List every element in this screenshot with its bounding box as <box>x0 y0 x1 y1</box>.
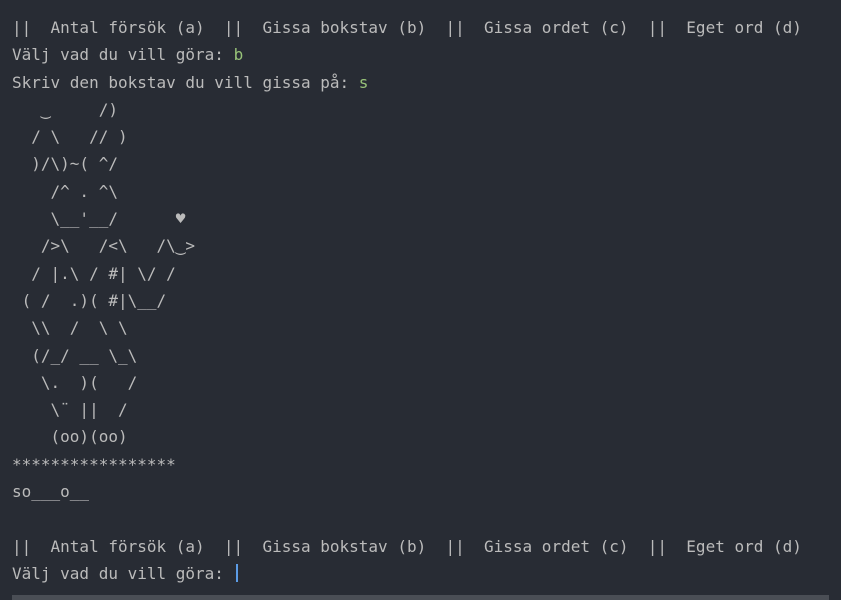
ascii-art-line: /^ . ^\ <box>12 181 118 201</box>
ascii-art-line: \__'__/ ♥ <box>12 209 186 229</box>
active-prompt-line[interactable]: Välj vad du vill göra: <box>12 560 841 587</box>
ascii-art-line: (oo)(oo) <box>12 427 128 447</box>
ascii-art-line: (/_/ __ \_\ <box>12 345 138 365</box>
active-choice-prompt: Välj vad du vill göra: <box>12 563 234 583</box>
letter-input-value: s <box>358 72 369 92</box>
letter-prompt-line: Skriv den bokstav du vill gissa på: s <box>12 69 841 96</box>
ascii-art-line: / |.\ / #| \/ / <box>12 263 176 283</box>
ascii-art-line: / \ // ) <box>12 127 128 147</box>
ascii-art-line: \\ / \ \ <box>12 318 128 338</box>
ascii-art-line: )/\)~( ^/ <box>12 154 118 174</box>
choice-prompt: Välj vad du vill göra: <box>12 45 234 65</box>
letter-prompt: Skriv den bokstav du vill gissa på: <box>12 72 359 92</box>
ascii-art-line: ( / .)( #|\__/ <box>12 290 167 310</box>
ascii-art-line: ‿ /) <box>12 99 118 119</box>
stars-line: ***************** <box>12 454 176 474</box>
horizontal-scrollbar[interactable] <box>12 595 829 600</box>
ascii-art-line: \¨ || / <box>12 400 128 420</box>
terminal-output[interactable]: || Antal försök (a) || Gissa bokstav (b)… <box>0 0 841 600</box>
text-cursor[interactable] <box>235 563 238 582</box>
ascii-art-line: />\ /<\ /\‿> <box>12 236 196 256</box>
choice-input-value: b <box>233 45 244 65</box>
menu-line-repeat: || Antal försök (a) || Gissa bokstav (b)… <box>12 536 802 556</box>
word-progress: so___o__ <box>12 482 90 502</box>
menu-line: || Antal försök (a) || Gissa bokstav (b)… <box>12 18 802 37</box>
choice-prompt-line: Välj vad du vill göra: b <box>12 41 841 68</box>
ascii-art-line: \. )( / <box>12 372 138 392</box>
